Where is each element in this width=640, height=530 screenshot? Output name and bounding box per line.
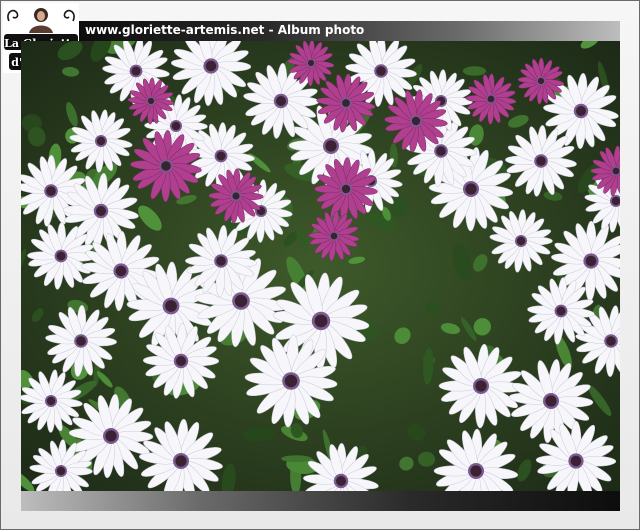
bottom-bar [21, 491, 620, 511]
leaf [462, 66, 487, 76]
title-bar: www.gloriette-artemis.net - Album photo [79, 21, 620, 41]
leaf [281, 455, 312, 463]
daisy-photo-image [21, 41, 620, 491]
album-frame: La Gloriette d'Artémis www.gloriette-art… [0, 0, 640, 530]
page-title: www.gloriette-artemis.net - Album photo [85, 23, 365, 37]
album-photo[interactable] [21, 41, 620, 491]
